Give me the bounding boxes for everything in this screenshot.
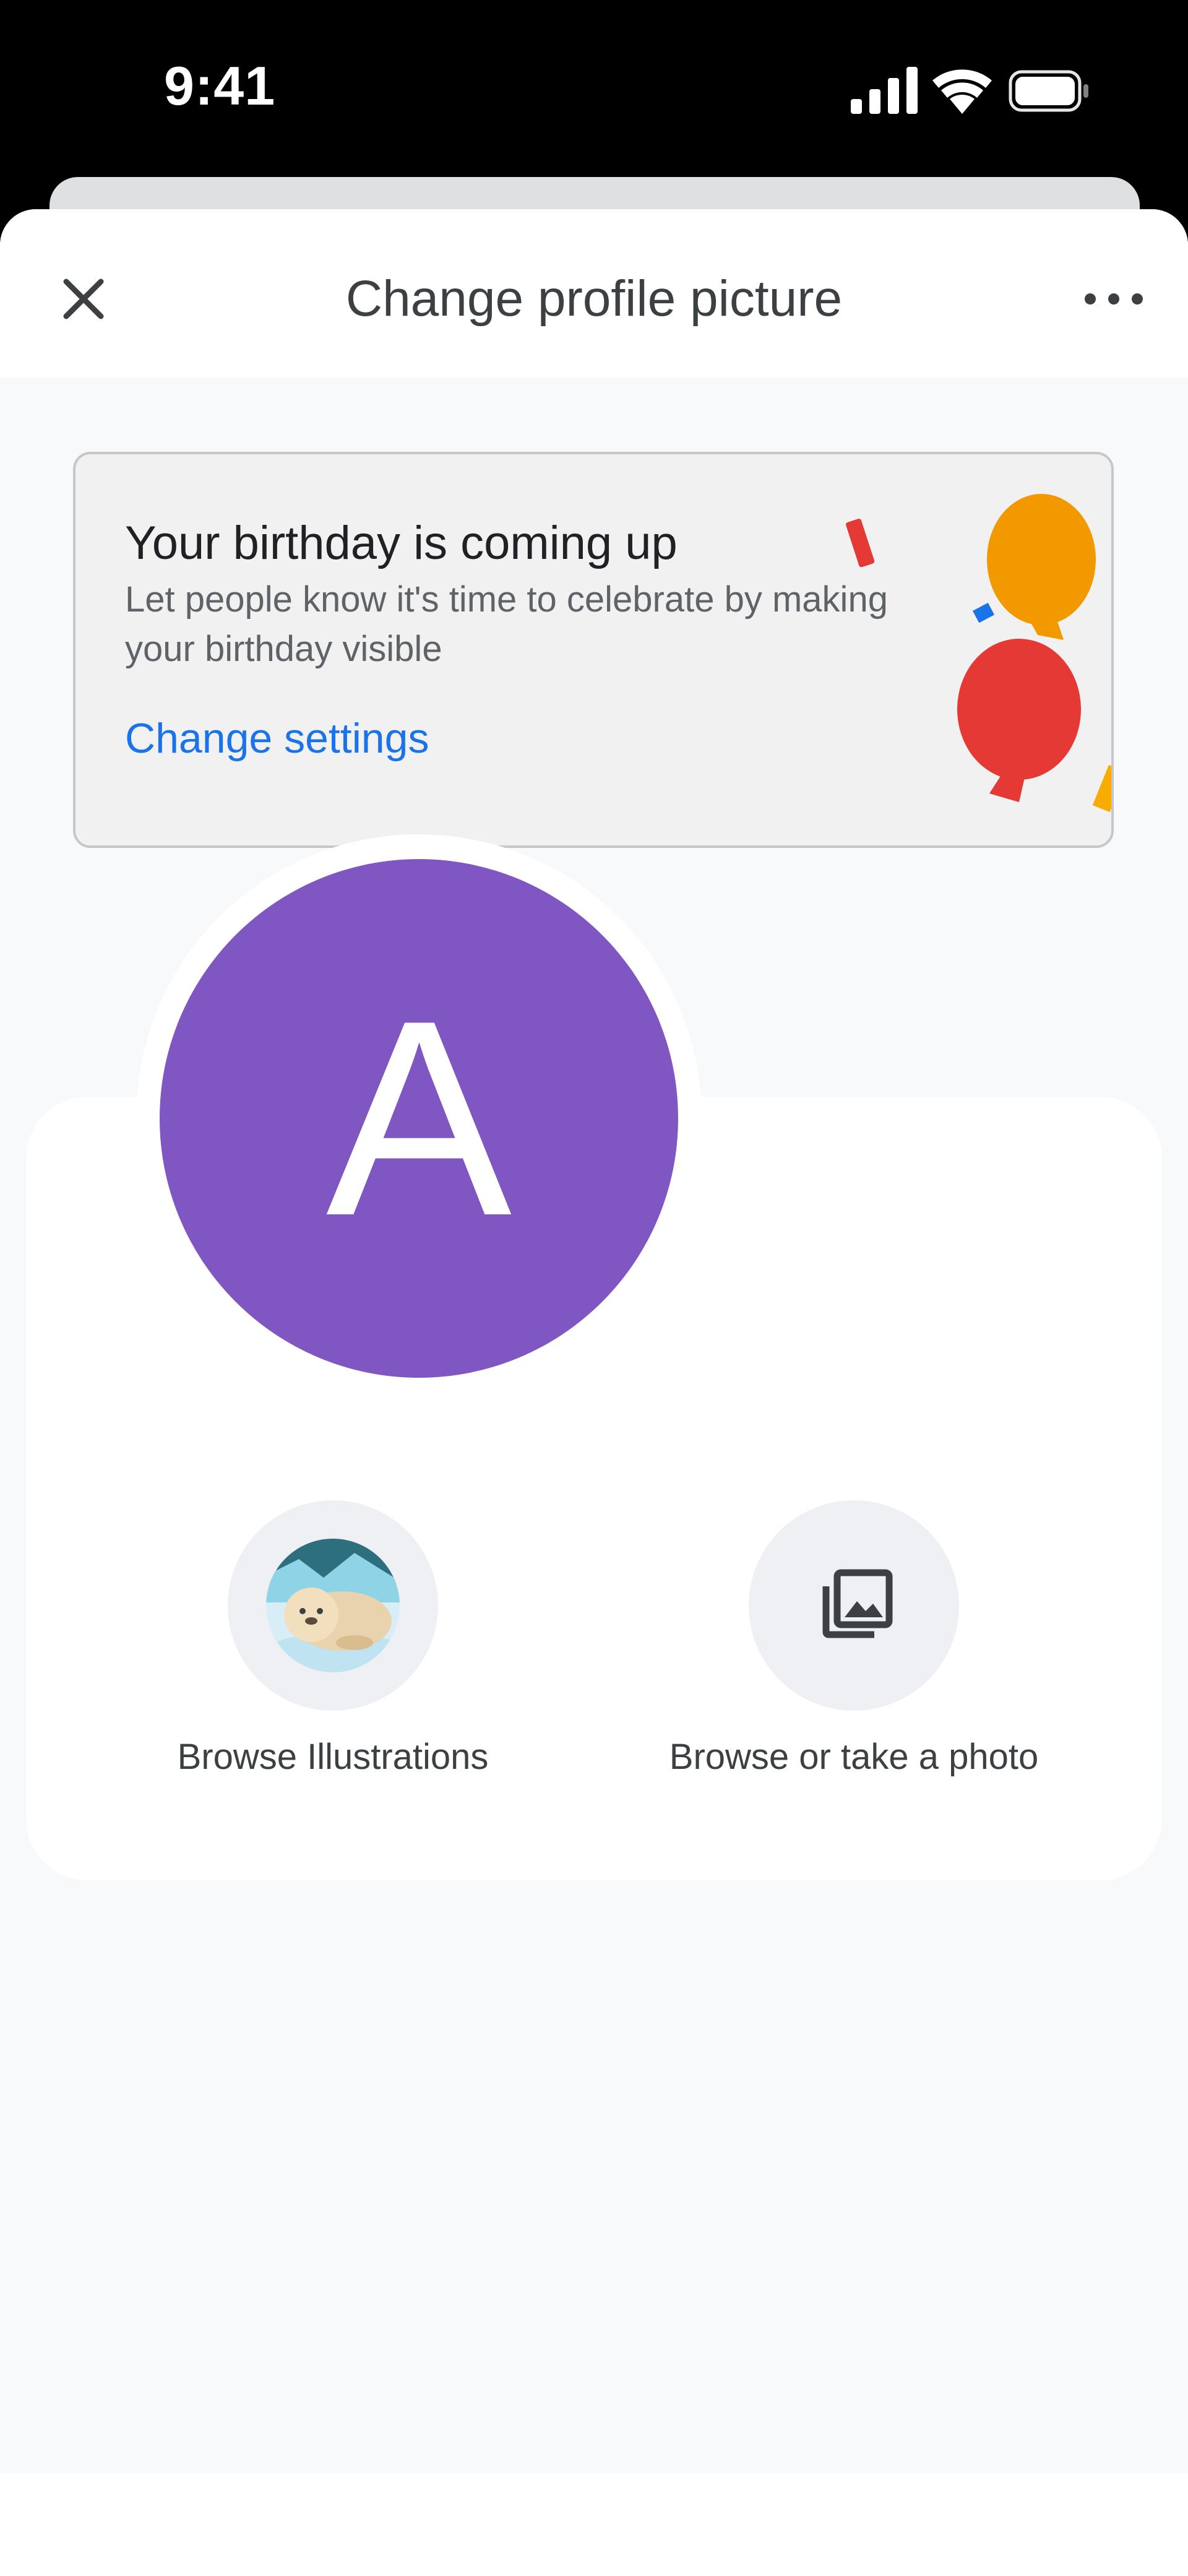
birthday-card: Your birthday is coming up Let people kn…	[73, 452, 1114, 848]
birthday-card-title: Your birthday is coming up	[125, 517, 678, 569]
photo-library-icon	[822, 1569, 893, 1638]
signal-icon	[851, 67, 918, 114]
status-time: 9:41	[164, 55, 276, 116]
change-settings-link[interactable]: Change settings	[125, 714, 429, 763]
avatar-letter: A	[325, 963, 512, 1274]
browse-illustrations-label[interactable]: Browse Illustrations	[98, 1736, 568, 1778]
status-bar: 9:41	[0, 0, 1188, 179]
wifi-icon	[932, 69, 992, 114]
page-title: Change profile picture	[345, 270, 843, 327]
more-options-button[interactable]	[1074, 265, 1154, 333]
birthday-card-body: Let people know it's time to celebrate b…	[125, 579, 888, 669]
status-icons	[851, 67, 1088, 114]
browse-photo-button[interactable]	[749, 1500, 959, 1711]
avatar[interactable]: A	[160, 859, 678, 1378]
seal-illustration-icon	[266, 1539, 400, 1672]
battery-icon	[1009, 70, 1088, 112]
sheet-header: Change profile picture	[0, 209, 1188, 378]
browse-illustrations-button[interactable]	[228, 1500, 438, 1711]
balloons-illustration	[846, 494, 1111, 813]
browse-photo-label[interactable]: Browse or take a photo	[619, 1736, 1089, 1778]
bottom-area	[0, 2473, 1188, 2576]
more-horizontal-icon	[1085, 293, 1143, 305]
bottom-sheet: Change profile picture Your birthday is …	[0, 209, 1188, 2576]
